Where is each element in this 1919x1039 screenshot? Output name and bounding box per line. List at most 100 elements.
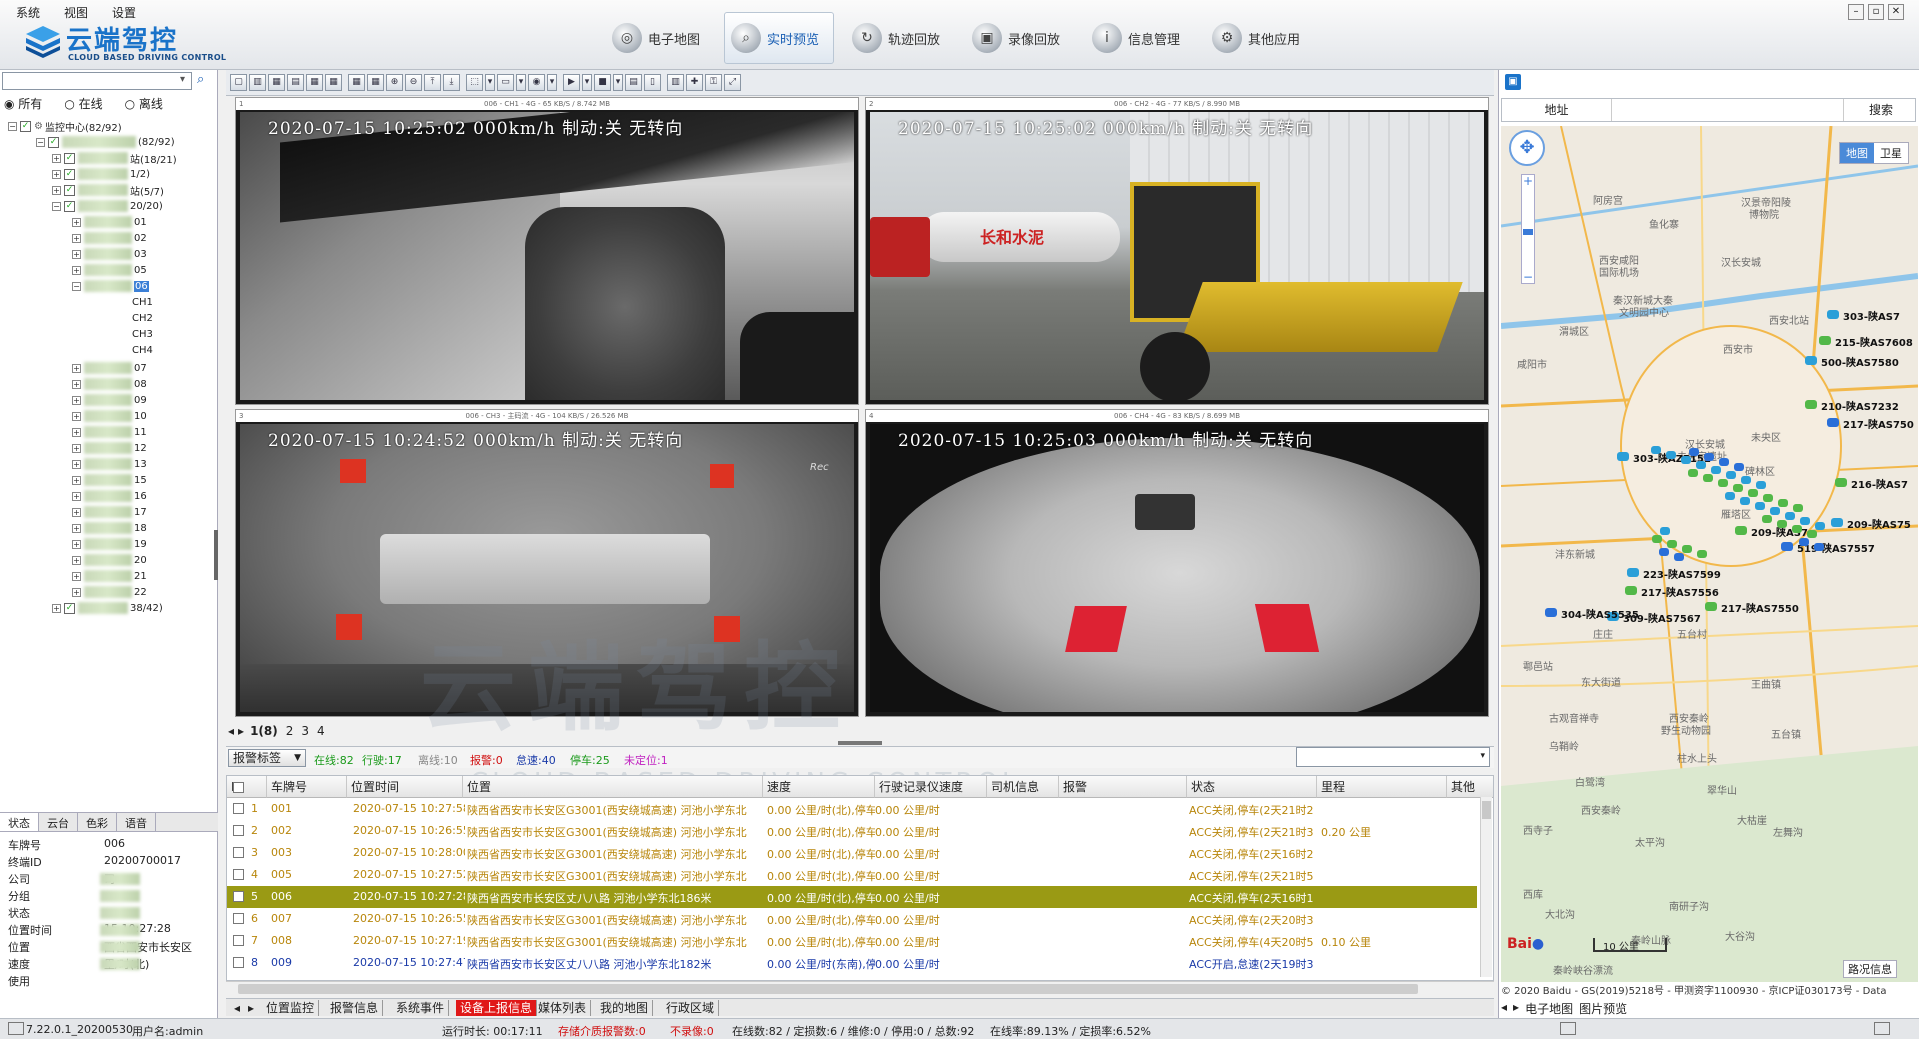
search-icon[interactable]: ⌕ [197, 72, 204, 87]
vehicle-marker-icon[interactable] [1805, 400, 1817, 409]
page-next-icon[interactable]: ▸ [238, 724, 244, 738]
tree-vehicle[interactable]: +10 [72, 408, 147, 424]
grid-header[interactable]: 状态 [1187, 776, 1317, 798]
filter-stat[interactable]: 在线:82 [314, 752, 354, 768]
map-mode-satellite[interactable]: 卫星 [1874, 143, 1908, 163]
vehicle-marker-icon[interactable] [1827, 310, 1839, 319]
toolbar-tool-icon[interactable]: ▥ [667, 74, 684, 91]
vehicle-marker-label[interactable]: 217-陕AS7556 [1641, 584, 1719, 599]
tree-vehicle[interactable]: +19 [72, 536, 147, 552]
toolbar-tool-icon[interactable]: ▦ [325, 74, 342, 91]
grid-header[interactable]: 司机信息 [987, 776, 1059, 798]
vehicle-marker-icon[interactable] [1703, 474, 1713, 482]
grid-header[interactable]: 其他 [1447, 776, 1493, 798]
vehicle-marker-label[interactable]: 223-陕AS7599 [1643, 566, 1721, 581]
vehicle-marker-label[interactable]: 217-陕AS750 [1843, 416, 1914, 431]
vehicle-marker-icon[interactable] [1697, 550, 1707, 558]
vehicle-marker-label[interactable]: 500-陕AS7580 [1821, 354, 1899, 369]
vehicle-marker-icon[interactable] [1756, 481, 1766, 489]
bottom-tab[interactable]: 位置监控 [262, 1000, 320, 1016]
traffic-button[interactable]: 路况信息 [1843, 960, 1897, 978]
nav-map[interactable]: ◎ 电子地图 [612, 12, 720, 64]
grid-header[interactable]: 里程 [1317, 776, 1447, 798]
vehicle-marker-label[interactable]: 304-陕AS5535 [1561, 606, 1639, 621]
vehicle-marker-icon[interactable] [1711, 466, 1721, 474]
vehicle-marker-icon[interactable] [1741, 476, 1751, 484]
filter-stat[interactable]: 离线:10 [418, 752, 458, 768]
row-checkbox[interactable] [233, 935, 244, 946]
vehicle-marker-icon[interactable] [1652, 535, 1662, 543]
menu-system[interactable]: 系统 [16, 4, 40, 21]
grid-header[interactable]: 位置 [463, 776, 763, 798]
tree-node-group[interactable]: + ✓ 38/42) [52, 600, 163, 616]
vehicle-marker-icon[interactable] [1627, 568, 1639, 577]
vehicle-marker-icon[interactable] [1815, 522, 1825, 530]
vehicle-marker-icon[interactable] [1725, 492, 1735, 500]
vehicle-marker-icon[interactable] [1755, 502, 1765, 510]
toolbar-tool-icon[interactable]: ▦ [306, 74, 323, 91]
toolbar-tool-icon[interactable]: ▾ [582, 74, 592, 91]
table-row[interactable]: 4 005 2020-07-15 10:27:52 陕西省西安市长安区G3001(西安… [227, 864, 1477, 886]
splitter-handle[interactable] [838, 741, 882, 745]
video-panel-2[interactable]: 2 006 - CH2 - 4G - 77 KB/S / 8.990 MB 长和水… [865, 97, 1489, 405]
nav-live-preview[interactable]: ⌕ 实时预览 [724, 12, 834, 64]
toolbar-tool-icon[interactable]: ✚ [686, 74, 703, 91]
tree-channel[interactable]: CH4 [132, 342, 153, 358]
vehicle-marker-icon[interactable] [1733, 484, 1743, 492]
map-zoom-slider[interactable]: + − [1521, 174, 1535, 284]
filter-stat[interactable]: 行驶:17 [362, 752, 402, 768]
table-row[interactable]: 2 002 2020-07-15 10:26:55 陕西省西安市长安区G3001(西安… [227, 820, 1477, 842]
radio-all[interactable]: ◉ 所有 [4, 95, 42, 112]
tree-vehicle[interactable]: +09 [72, 392, 147, 408]
panel-toggle-icon[interactable] [1874, 1022, 1890, 1035]
vehicle-marker-icon[interactable] [1682, 545, 1692, 553]
grid-header[interactable]: 速度 [763, 776, 875, 798]
vehicle-marker-icon[interactable] [1800, 517, 1810, 525]
vehicle-marker-icon[interactable] [1807, 530, 1817, 538]
toolbar-tool-icon[interactable]: ▯ [644, 74, 661, 91]
vehicle-marker-icon[interactable] [1734, 463, 1744, 471]
toolbar-tool-icon[interactable]: ▾ [613, 74, 623, 91]
toolbar-tool-icon[interactable]: ▾ [516, 74, 526, 91]
vehicle-marker-icon[interactable] [1704, 453, 1714, 461]
bottom-tab[interactable]: 设备上报信息 [456, 1000, 538, 1016]
toolbar-tool-icon[interactable]: ⊕ [386, 74, 403, 91]
grid-header[interactable]: 车牌号 [267, 776, 347, 798]
table-row[interactable]: 1 001 2020-07-15 10:27:58 陕西省西安市长安区G3001(西安… [227, 798, 1477, 820]
tree-vehicle[interactable]: +01 [72, 214, 147, 230]
bottom-tab[interactable]: 我的地图 [596, 1000, 654, 1016]
menu-view[interactable]: 视图 [64, 4, 88, 21]
video-panel-1[interactable]: 1 006 - CH1 - 4G - 65 KB/S / 8.742 MB 202… [235, 97, 859, 405]
vehicle-marker-icon[interactable] [1718, 479, 1728, 487]
map-tab-next-icon[interactable]: ▸ [1513, 1000, 1519, 1016]
page-3[interactable]: 3 [301, 724, 309, 738]
tree-node-group[interactable]: + ✓ 站(5/7) [52, 182, 164, 198]
maximize-button[interactable]: ▫ [1868, 4, 1884, 20]
tab-color[interactable]: 色彩 [78, 813, 117, 831]
vehicle-search-input[interactable] [2, 72, 192, 90]
alarm-tag-dropdown[interactable]: 报警标签 ▼ [228, 749, 306, 767]
toolbar-tool-icon[interactable]: ▢ [230, 74, 247, 91]
vehicle-marker-icon[interactable] [1726, 471, 1736, 479]
tree-channel[interactable]: CH1 [132, 294, 153, 310]
toolbar-tool-icon[interactable]: ⬚ [466, 74, 483, 91]
vehicle-marker-icon[interactable] [1762, 515, 1772, 523]
tree-vehicle[interactable]: +22 [72, 584, 147, 600]
filter-stat[interactable]: 停车:25 [570, 752, 610, 768]
vehicle-marker-label[interactable]: 217-陕AS7550 [1721, 600, 1799, 615]
tree-node-group[interactable]: + ✓ 1/2) [52, 166, 150, 182]
toolbar-tool-icon[interactable]: ◉ [528, 74, 545, 91]
page-1[interactable]: 1(8) [250, 724, 278, 738]
tree-vehicle[interactable]: +18 [72, 520, 147, 536]
vehicle-marker-icon[interactable] [1666, 451, 1676, 459]
vehicle-marker-icon[interactable] [1778, 499, 1788, 507]
table-row[interactable]: 8 009 2020-07-15 10:27:47 陕西省西安市长安区丈八八路 河池小… [227, 952, 1477, 974]
address-input[interactable] [1614, 99, 1844, 121]
vehicle-marker-label[interactable]: 216-陕AS7 [1851, 476, 1908, 491]
minimize-button[interactable]: – [1848, 4, 1864, 20]
video-panel-4[interactable]: 4 006 - CH4 - 4G - 83 KB/S / 8.699 MB 202… [865, 409, 1489, 717]
row-checkbox[interactable] [233, 847, 244, 858]
toolbar-tool-icon[interactable]: ▤ [625, 74, 642, 91]
dropdown-arrow-icon[interactable]: ▾ [180, 74, 185, 85]
vehicle-marker-icon[interactable] [1719, 458, 1729, 466]
